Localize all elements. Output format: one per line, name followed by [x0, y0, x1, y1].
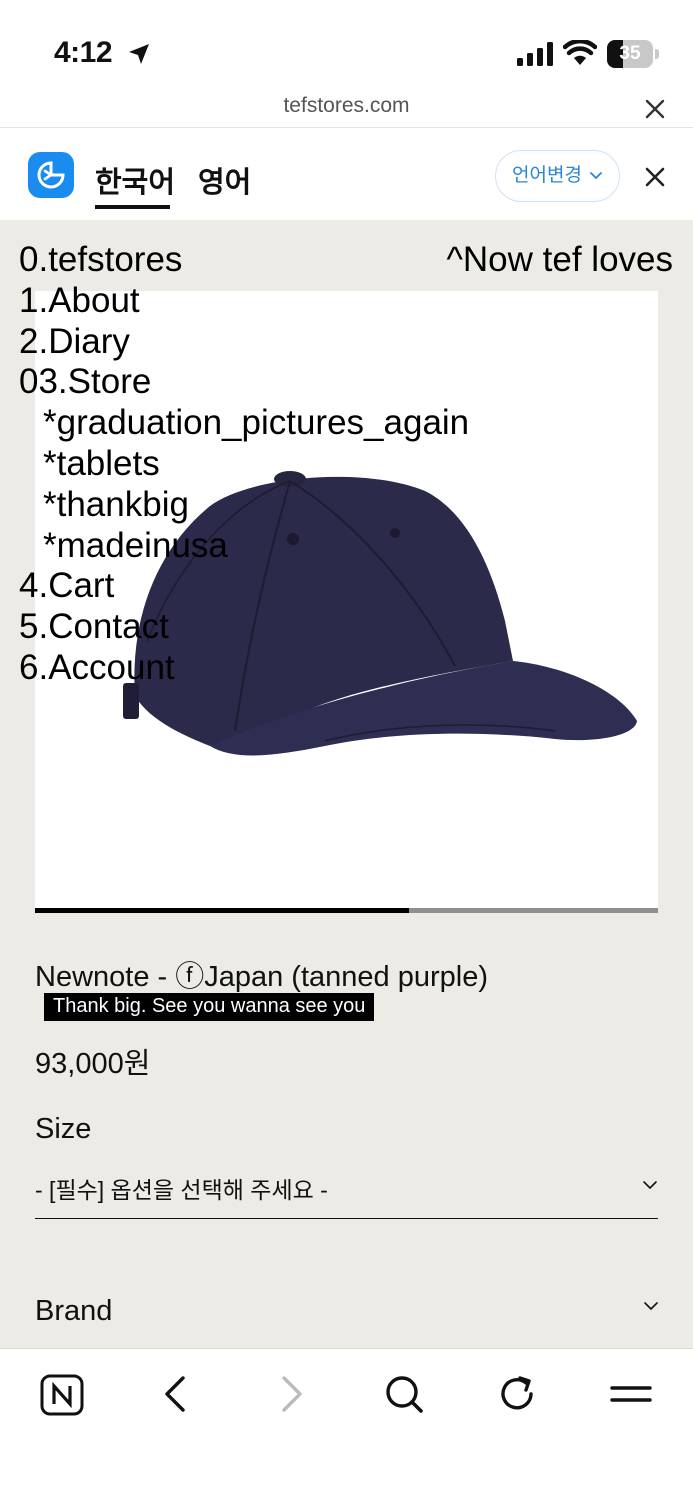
naver-home-icon[interactable]: [37, 1369, 87, 1419]
change-language-button[interactable]: 언어변경: [495, 150, 620, 202]
nav-item[interactable]: 6.Account: [19, 648, 469, 689]
cellular-signal-icon: [517, 42, 553, 66]
size-select[interactable]: - [필수] 옵션을 선택해 주세요 -: [35, 1165, 658, 1219]
change-language-label: 언어변경: [512, 165, 582, 186]
search-icon[interactable]: [379, 1369, 429, 1419]
back-icon[interactable]: [151, 1369, 201, 1419]
nav-item[interactable]: *tablets: [19, 444, 469, 485]
url-domain[interactable]: tefstores.com: [0, 94, 693, 118]
nav-item[interactable]: 03.Store: [19, 362, 469, 403]
product-tagline: Thank big. See you wanna see you: [44, 993, 375, 1021]
url-bar[interactable]: tefstores.com: [0, 88, 693, 128]
status-time: 4:12: [54, 36, 113, 69]
now-tef-loves-link[interactable]: ^Now tef loves: [446, 240, 673, 281]
nav-item[interactable]: 5.Contact: [19, 607, 469, 648]
product-price: 93,000원: [35, 1048, 151, 1080]
translate-bar: 한국어 영어 언어변경: [0, 129, 693, 220]
forward-icon[interactable]: [266, 1369, 316, 1419]
tab-korean[interactable]: 한국어: [95, 159, 175, 201]
menu-icon[interactable]: [606, 1369, 656, 1419]
nav-item[interactable]: *graduation_pictures_again: [19, 403, 469, 444]
close-icon[interactable]: [642, 96, 668, 122]
brand-accordion-label[interactable]: Brand: [35, 1295, 112, 1328]
nav-item[interactable]: 4.Cart: [19, 566, 469, 607]
translate-close-icon[interactable]: [643, 165, 667, 189]
papago-logo-icon: [28, 152, 74, 198]
tab-english[interactable]: 영어: [198, 159, 251, 201]
product-title: Newnote - ⓕJapan (tanned purple): [35, 961, 488, 993]
size-label: Size: [35, 1113, 92, 1145]
wifi-icon: [563, 40, 597, 65]
active-tab-indicator: [95, 205, 170, 209]
chevron-down-icon[interactable]: [643, 1298, 659, 1314]
nav-item[interactable]: 0.tefstores: [19, 240, 469, 281]
location-arrow-icon: [129, 44, 149, 64]
nav-item[interactable]: *madeinusa: [19, 526, 469, 567]
nav-item[interactable]: *thankbig: [19, 485, 469, 526]
gallery-progress-bar: [35, 908, 658, 913]
status-bar: 4:12 35: [0, 0, 693, 90]
chevron-down-icon: [643, 1181, 657, 1190]
battery-icon: 35: [607, 40, 659, 68]
battery-level: 35: [619, 43, 641, 64]
browser-toolbar: [0, 1348, 693, 1500]
nav-item[interactable]: 1.About: [19, 281, 469, 322]
web-page: 0.tefstores 1.About 2.Diary 03.Store *gradua…: [0, 220, 693, 1348]
nav-item[interactable]: 2.Diary: [19, 322, 469, 363]
site-nav-menu: 0.tefstores 1.About 2.Diary 03.Store *gradua…: [19, 240, 469, 689]
chevron-down-icon: [590, 172, 602, 180]
reload-icon[interactable]: [492, 1369, 542, 1419]
size-select-value: - [필수] 옵션을 선택해 주세요 -: [35, 1177, 328, 1203]
